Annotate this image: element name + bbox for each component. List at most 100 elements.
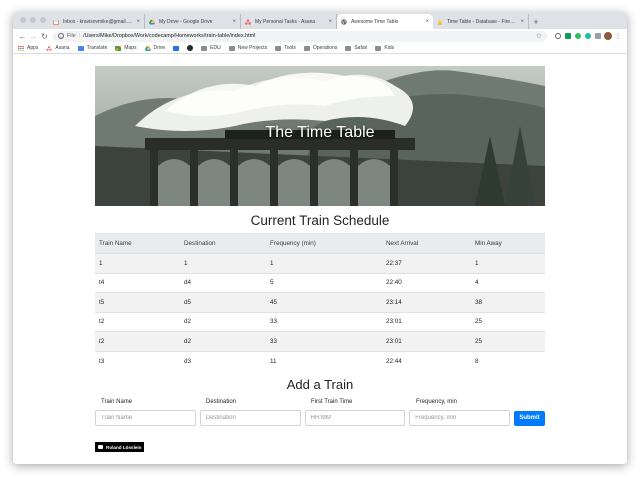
bookmark-label: Maps — [124, 45, 137, 51]
bookmark-label: Operations — [312, 45, 338, 51]
add-train-form: Train Name Destination First Train Time … — [95, 397, 545, 426]
column-header: Next Arrival — [382, 233, 471, 254]
maps-icon — [114, 45, 122, 51]
table-cell: 38 — [471, 292, 545, 312]
bookmark-folder-operations[interactable]: Operations — [303, 45, 338, 51]
bookmark-folder-kids[interactable]: Kids — [375, 45, 394, 51]
table-cell: 33 — [266, 311, 382, 332]
bookmark-translate[interactable]: Translate — [77, 45, 107, 51]
bookmark-folder-edu[interactable]: EDU — [201, 45, 221, 51]
drive-icon — [149, 19, 155, 25]
table-cell: 22:37 — [382, 253, 471, 273]
bookmark-asana[interactable]: Asana — [46, 45, 70, 51]
new-tab-icon[interactable]: + — [529, 14, 543, 29]
bookmark-maps[interactable]: Maps — [114, 45, 137, 51]
table-cell: 23:01 — [382, 311, 471, 332]
bookmark-star-icon[interactable]: ☆ — [536, 32, 542, 40]
profile-avatar[interactable] — [603, 31, 613, 41]
bookmark-folder-safari[interactable]: Safari — [345, 45, 367, 51]
tab-gmail[interactable]: Inbox - kravisovmike@gmail.com × — [49, 14, 145, 29]
table-cell: 8 — [471, 350, 545, 371]
bookmark-label: Kids — [384, 45, 395, 51]
table-cell: 23:01 — [382, 331, 471, 351]
tab-title: My Personal Tasks - Asana — [255, 18, 316, 25]
table-cell: t5 — [95, 292, 180, 312]
table-row: t3 d3 11 22:44 8 — [95, 350, 545, 371]
address-bar[interactable]: i File | /Users/Mike/Dropbox/Work/codeca… — [53, 30, 547, 42]
close-tab-icon[interactable]: × — [136, 19, 140, 25]
asana-icon — [46, 45, 53, 51]
grammarly-extension-icon[interactable] — [583, 31, 593, 41]
translate-icon — [77, 45, 84, 51]
tab-title: Time Table - Database - Firebase — [447, 18, 518, 25]
apps-grid-icon — [18, 45, 24, 51]
folder-icon — [303, 45, 310, 51]
table-cell: 33 — [266, 331, 382, 351]
menu-kebab-icon[interactable]: ⋮ — [613, 31, 623, 41]
table-cell: 11 — [266, 350, 382, 371]
bookmark-folder-new-projects[interactable]: New Projects — [228, 45, 267, 51]
schedule-title: Current Train Schedule — [250, 213, 390, 228]
table-cell: 5 — [266, 272, 382, 293]
submit-button[interactable]: Submit — [514, 410, 545, 426]
photo-credit-badge[interactable]: Roland Lösslein — [95, 442, 145, 452]
close-tab-icon[interactable]: × — [425, 19, 429, 25]
pocket-extension-icon[interactable] — [593, 31, 603, 41]
back-icon[interactable]: ← — [17, 32, 28, 41]
camera-icon — [98, 445, 103, 449]
minimize-window-button[interactable] — [30, 17, 36, 23]
bookmark-drive[interactable]: Drive — [144, 45, 165, 51]
bookmark-label: Safari — [354, 45, 368, 51]
tab-firebase[interactable]: Time Table - Database - Firebase × — [433, 14, 529, 29]
first-train-time-label: First Train Time — [311, 399, 353, 405]
zoom-window-button[interactable] — [40, 17, 46, 23]
folder-icon — [201, 45, 208, 51]
info-icon[interactable]: i — [58, 33, 64, 39]
forward-icon[interactable]: → — [28, 32, 39, 41]
frequency-input[interactable] — [409, 410, 511, 426]
window-controls — [20, 17, 46, 23]
close-window-button[interactable] — [20, 17, 26, 23]
close-tab-icon[interactable]: × — [328, 19, 332, 25]
evernote-extension-icon[interactable] — [573, 31, 583, 41]
add-train-title: Add a Train — [286, 377, 354, 392]
folder-icon — [275, 45, 282, 51]
tab-drive[interactable]: My Drive - Google Drive × — [145, 14, 241, 29]
first-train-time-input[interactable] — [304, 410, 406, 426]
table-row: t4 d4 5 22:40 4 — [95, 272, 545, 293]
folder-icon — [345, 45, 352, 51]
table-cell: 45 — [266, 292, 382, 312]
destination-input[interactable] — [199, 410, 301, 426]
reload-icon[interactable]: ↻ — [39, 32, 50, 41]
table-cell: t2 — [95, 331, 180, 351]
frequency-label: Frequency, min — [416, 399, 457, 405]
tab-title: Awesome Time Table — [351, 18, 399, 25]
firebase-icon — [437, 18, 443, 25]
close-tab-icon[interactable]: × — [232, 19, 236, 25]
table-cell: t3 — [95, 350, 180, 371]
photo-credit-label: Roland Lösslein — [106, 444, 142, 450]
asana-icon — [245, 18, 251, 25]
bookmark-folder-tools[interactable]: Tools — [275, 45, 296, 51]
table-cell: 23:14 — [382, 292, 471, 312]
train-name-input[interactable] — [95, 410, 196, 426]
table-cell: 22:44 — [382, 350, 471, 371]
table-header-row: Train Name Destination Frequency (min) N… — [95, 233, 545, 254]
table-cell: t4 — [95, 272, 180, 293]
table-row: t5 d5 45 23:14 38 — [95, 292, 545, 312]
extension-icon[interactable] — [553, 31, 563, 41]
bookmark-calendar[interactable] — [173, 45, 182, 51]
schedule-table: Train Name Destination Frequency (min) N… — [95, 233, 545, 371]
drive-extension-icon[interactable] — [563, 31, 573, 41]
browser-toolbar: ← → ↻ i File | /Users/Mike/Dropbox/Work/… — [13, 29, 627, 43]
tab-awesome-time-table[interactable]: Awesome Time Table × — [337, 14, 433, 29]
bookmark-label: EDU — [210, 45, 221, 51]
address-scheme: File — [67, 33, 76, 39]
table-cell: 1 — [266, 253, 382, 273]
bookmark-apps[interactable]: Apps — [18, 45, 38, 51]
close-tab-icon[interactable]: × — [520, 19, 524, 25]
globe-icon — [341, 18, 347, 25]
tab-asana[interactable]: My Personal Tasks - Asana × — [241, 14, 337, 29]
table-cell: d2 — [180, 331, 266, 351]
bookmark-github[interactable] — [187, 45, 196, 51]
